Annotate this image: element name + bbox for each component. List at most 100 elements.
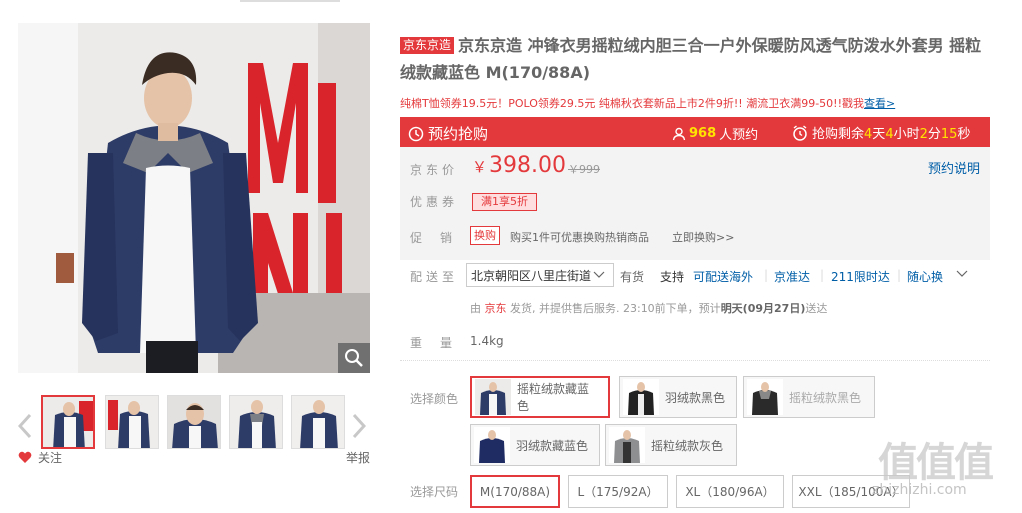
size-option-l[interactable]: L（175/92A）: [568, 475, 668, 508]
color-option-label: 摇粒绒款灰色: [651, 438, 724, 453]
follow-button[interactable]: 关注: [18, 449, 62, 466]
color-label: 选择颜色: [410, 392, 459, 406]
countdown-minutes-unit: 分: [927, 127, 941, 142]
divider: |: [764, 268, 769, 282]
chevron-down-icon[interactable]: [956, 270, 968, 278]
countdown-days-unit: 天: [872, 127, 886, 142]
section-divider: [400, 360, 990, 361]
price-box: 京东价 ￥398.00 ￥999 预约说明 优惠券 满1享5折 促销 换购 购买…: [400, 147, 990, 260]
ship-note-mid: 发货, 并提供售后服务. 23:10前下单，预计: [510, 302, 721, 315]
color-swatch: [747, 379, 783, 415]
price-label: 京东价: [410, 163, 459, 177]
service-jingzhunda[interactable]: 京准达: [774, 268, 810, 285]
size-option-m[interactable]: M(170/88A): [470, 475, 560, 508]
reservation-count: 968 人预约: [672, 124, 758, 143]
rush-bar: 预约抢购 968 人预约 抢购剩余4天4小时2分15秒: [400, 117, 990, 147]
currency-symbol: ￥: [472, 158, 488, 176]
rush-title-text: 预约抢购: [428, 125, 489, 143]
divider: |: [820, 268, 825, 282]
countdown-hours-unit: 小时: [893, 127, 920, 142]
countdown: 抢购剩余4天4小时2分15秒: [792, 123, 970, 142]
chevron-right-icon: [352, 413, 367, 439]
report-link[interactable]: 举报: [346, 449, 370, 466]
follow-label: 关注: [38, 451, 63, 465]
countdown-minutes: 2: [919, 127, 928, 142]
service-suixinhuan[interactable]: 随心换: [907, 268, 943, 285]
size-label: 选择尺码: [410, 485, 459, 499]
color-option-label: 摇粒绒款黑色: [789, 390, 862, 405]
original-price: ￥999: [568, 163, 600, 176]
color-option-label: 羽绒款藏蓝色: [516, 438, 589, 453]
main-product-image[interactable]: [18, 23, 370, 373]
color-swatch: [475, 379, 511, 415]
clock-icon: [793, 124, 807, 141]
address-select[interactable]: 北京朝阳区八里庄街道: [466, 263, 614, 287]
service-211[interactable]: 211限时达: [831, 268, 890, 285]
delivery-section: 配送至 北京朝阳区八里庄街道 有货 支持 可配送海外 | 京准达 | 211限时…: [400, 262, 1000, 322]
delivery-label: 配送至: [410, 270, 459, 284]
countdown-hours: 4: [885, 127, 894, 142]
overseas-link[interactable]: 可配送海外: [693, 268, 753, 285]
product-info: 京东京造 京东京造 冲锋衣男摇粒绒内胆三合一户外保暖防风透气防泼水外套男 摇粒绒款…: [400, 32, 1000, 86]
exchange-link[interactable]: 立即换购>>: [672, 229, 734, 245]
ship-note-suffix: 送达: [805, 302, 828, 315]
brand-tag: 京东京造: [400, 37, 455, 54]
color-option-label: 摇粒绒款藏蓝色: [517, 382, 590, 413]
countdown-prefix: 抢购剩余: [812, 127, 865, 142]
alarm-icon: [408, 126, 424, 141]
price-value: 398.00: [489, 153, 566, 178]
chevron-down-icon: [593, 271, 605, 278]
weight-label: 重量: [410, 336, 471, 350]
thumbnail-5[interactable]: [291, 395, 345, 449]
address-value: 北京朝阳区八里庄街道: [471, 268, 592, 283]
color-option-1[interactable]: 摇粒绒款藏蓝色: [470, 376, 610, 418]
thumbnail-2[interactable]: [105, 395, 159, 449]
promotion-tag: 换购: [470, 226, 500, 245]
weight-value: 1.4kg: [470, 334, 504, 348]
reservation-suffix: 人预约: [719, 128, 759, 143]
promo-banner: 纯棉T恤领券19.5元！POLO领券29.5元 纯棉秋衣套新品上市2件9折!! …: [400, 95, 895, 111]
thumb-next-button[interactable]: [352, 413, 367, 439]
rush-title: 预约抢购: [408, 123, 488, 144]
magnifier-icon: [345, 349, 363, 367]
ship-note-seller[interactable]: 京东: [485, 302, 507, 315]
thumbnail-strip: [17, 395, 370, 451]
countdown-seconds-unit: 秒: [957, 127, 971, 142]
thumbnail-4[interactable]: [229, 395, 283, 449]
coupon-tag[interactable]: 满1享5折: [472, 193, 537, 211]
product-title-text: 京东京造 冲锋衣男摇粒绒内胆三合一户外保暖防风透气防泼水外套男 摇粒绒款藏蓝色 …: [400, 36, 982, 82]
current-price: ￥398.00: [472, 153, 566, 178]
color-swatch: [609, 427, 645, 463]
color-swatch: [623, 379, 659, 415]
color-option-5[interactable]: 摇粒绒款灰色: [605, 424, 737, 466]
chevron-left-icon: [17, 413, 32, 439]
divider: |: [897, 268, 902, 282]
ship-note-prefix: 由: [470, 302, 481, 315]
presale-info-link[interactable]: 预约说明: [928, 158, 980, 177]
person-icon: [672, 127, 686, 140]
promotion-desc: 购买1件可优惠换购热销商品: [510, 231, 649, 244]
color-option-label: 羽绒款黑色: [665, 390, 726, 405]
thumbnail-1[interactable]: [41, 395, 95, 449]
promo-view-link[interactable]: 查看>: [864, 97, 895, 110]
thumbnail-3[interactable]: [167, 395, 221, 449]
countdown-seconds: 15: [940, 127, 958, 142]
color-swatch: [474, 427, 510, 463]
ship-note-date: 明天(09月27日): [720, 302, 806, 315]
support-label: 支持: [660, 270, 685, 284]
color-option-3[interactable]: 摇粒绒款黑色: [743, 376, 875, 418]
coupon-label: 优惠券: [410, 195, 459, 209]
color-option-4[interactable]: 羽绒款藏蓝色: [470, 424, 600, 466]
heart-icon: [18, 451, 32, 463]
reservation-number: 968: [689, 126, 717, 141]
stock-status: 有货: [620, 270, 645, 284]
size-option-xl[interactable]: XL（180/96A）: [676, 475, 784, 508]
zoom-button[interactable]: [338, 343, 370, 373]
promo-text: 纯棉T恤领券19.5元！POLO领券29.5元 纯棉秋衣套新品上市2件9折!! …: [400, 97, 864, 110]
promotion-label: 促销: [410, 231, 471, 245]
product-title: 京东京造 京东京造 冲锋衣男摇粒绒内胆三合一户外保暖防风透气防泼水外套男 摇粒绒款…: [400, 32, 990, 86]
color-option-2[interactable]: 羽绒款黑色: [619, 376, 737, 418]
size-option-xxl[interactable]: XXL（185/100A）: [792, 475, 910, 508]
thumb-prev-button[interactable]: [17, 413, 32, 439]
product-gallery: [17, 23, 370, 449]
